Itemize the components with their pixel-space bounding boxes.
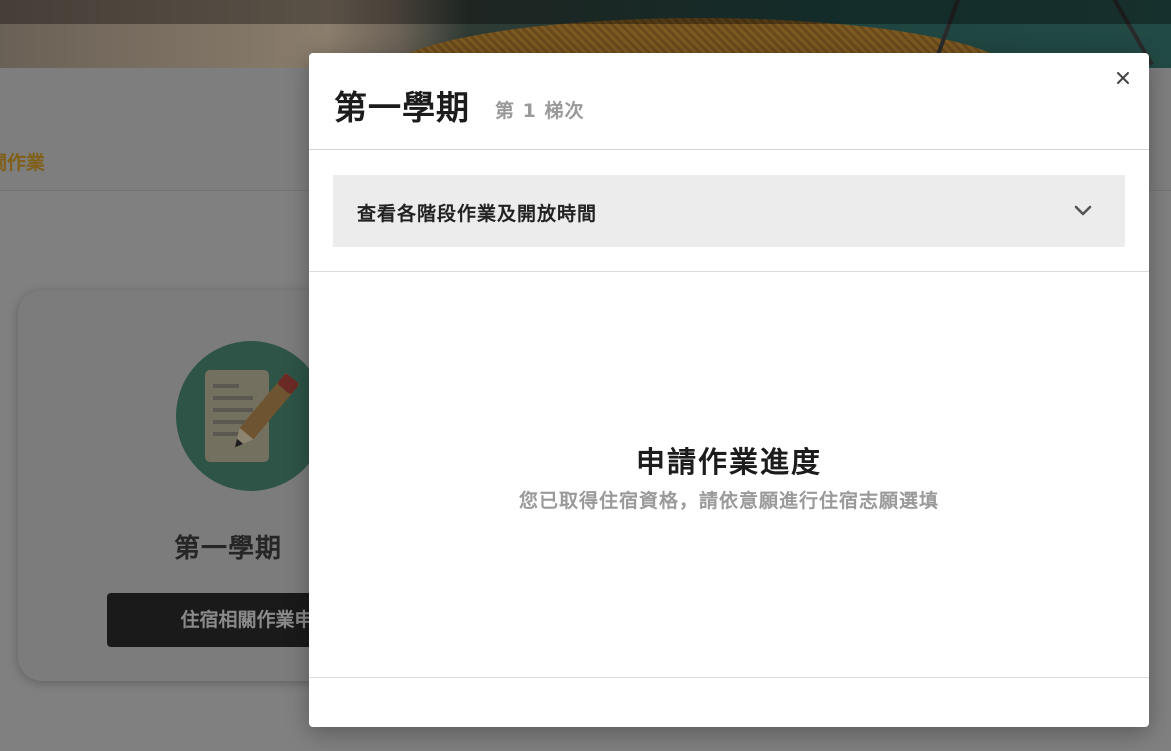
application-progress-description: 您已取得住宿資格，請依意願進行住宿志願選填 bbox=[518, 490, 939, 512]
divider bbox=[309, 271, 1149, 272]
application-progress-title: 申請作業進度 bbox=[635, 445, 822, 479]
batch-label: 第 1 梯次 bbox=[495, 100, 585, 122]
modal-header: 第一學期 第 1 梯次 bbox=[309, 53, 1149, 150]
divider bbox=[309, 677, 1149, 678]
modal-title: 第一學期 bbox=[334, 88, 470, 127]
close-icon[interactable] bbox=[1110, 65, 1136, 91]
chevron-down-icon bbox=[1074, 205, 1092, 216]
tab-housing-related[interactable]: 關作業 bbox=[0, 148, 45, 175]
semester-modal: 第一學期 第 1 梯次 查看各階段作業及開放時間 申請作業進度 您已取得住宿資格… bbox=[309, 53, 1149, 727]
document-pencil-icon bbox=[176, 341, 326, 491]
accordion-label: 查看各階段作業及開放時間 bbox=[357, 203, 598, 225]
stage-schedule-accordion[interactable]: 查看各階段作業及開放時間 bbox=[333, 175, 1125, 247]
